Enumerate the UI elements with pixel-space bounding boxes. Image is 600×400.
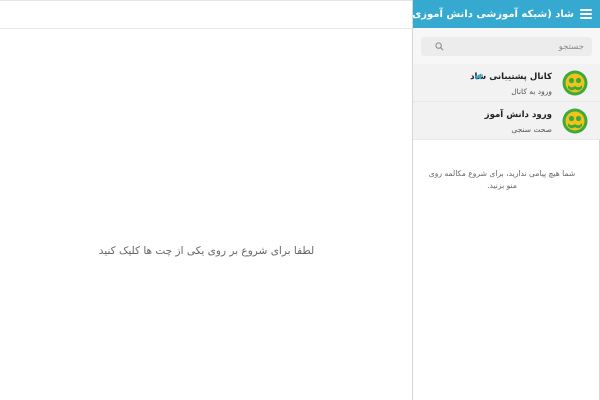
app-title: شاد (شبکه آموزشی دانش آموزی)	[407, 8, 574, 20]
chat-item-subtitle: ورود به کانال	[511, 87, 552, 96]
app-header: شاد (شبکه آموزشی دانش آموزی)	[408, 0, 600, 28]
no-messages-hint: شما هیچ پیامی ندارید، برای شروع مکالمه ر…	[428, 169, 576, 190]
search-input[interactable]	[444, 41, 584, 52]
chat-item-subtitle: صحت سنجی	[511, 125, 552, 134]
search-box[interactable]	[421, 37, 592, 56]
sidebar: شاد (شبکه آموزشی دانش آموزی) کانال پشتیب…	[408, 0, 600, 400]
chat-header	[0, 1, 412, 29]
chat-item-support-channel[interactable]: کانال پشتیبانی شاد ورود به کانال	[413, 64, 600, 102]
chat-item-student-login[interactable]: ورود دانش آموز صحت سنجی	[413, 102, 600, 140]
chat-item-title: ورود دانش آموز	[484, 110, 552, 120]
search-bar	[413, 28, 600, 64]
empty-chat-message: لطفا برای شروع بر روی یکی از چت ها کلیک …	[98, 245, 315, 257]
shad-logo-avatar	[562, 70, 588, 96]
shad-logo-avatar	[562, 108, 588, 134]
search-icon	[435, 42, 444, 51]
hamburger-menu-icon[interactable]	[580, 9, 592, 19]
chat-list: کانال پشتیبانی شاد ورود به کانال ورود دا…	[413, 64, 600, 140]
megaphone-icon	[474, 73, 482, 80]
chat-area: لطفا برای شروع بر روی یکی از چت ها کلیک …	[0, 0, 413, 400]
